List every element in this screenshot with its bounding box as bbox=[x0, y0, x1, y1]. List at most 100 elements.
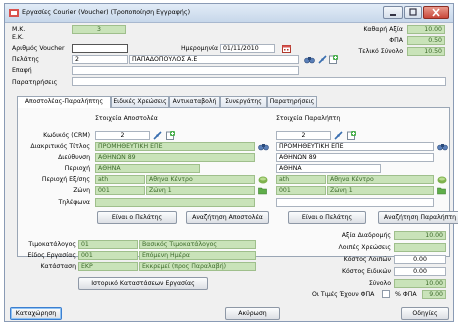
save-button[interactable]: Καταχώρηση bbox=[10, 307, 62, 320]
calendar-icon[interactable] bbox=[282, 44, 291, 53]
sender-binoculars-icon[interactable] bbox=[258, 142, 269, 151]
close-icon bbox=[432, 8, 440, 17]
receiver-area-lookup-icon[interactable] bbox=[437, 175, 447, 184]
receiver-is-customer-button[interactable]: Είναι ο Πελάτης bbox=[288, 211, 366, 224]
other-cost-input[interactable]: 0.00 bbox=[394, 255, 446, 264]
receiver-area-code-field[interactable]: ath bbox=[276, 175, 326, 184]
pricelist-code-field[interactable]: 01 bbox=[78, 240, 138, 249]
receiver-code-input[interactable]: 2 bbox=[276, 131, 331, 140]
vat-pct-label: % ΦΠΑ bbox=[395, 291, 417, 298]
delivery-value-label: Αξία Διαδρομής bbox=[341, 232, 391, 239]
maximize-button[interactable] bbox=[404, 6, 422, 19]
sender-area-name-field[interactable]: Αθηνα Κέντρο bbox=[146, 175, 255, 184]
tab-sender-receiver[interactable]: Αποστολέας-Παραλήπτης bbox=[17, 96, 111, 108]
sender-phone-field[interactable] bbox=[95, 198, 255, 207]
status-history-button[interactable]: Ιστορικό Καταστάσεων Εργασίας bbox=[78, 277, 208, 290]
contact-label: Επαφή bbox=[12, 67, 32, 74]
sender-title-field[interactable]: ΠΡΟΜΗΘΕΥΤΙΚΗ ΕΠΕ bbox=[95, 142, 255, 151]
receiver-phone-field[interactable] bbox=[276, 198, 434, 207]
delivery-value-field: 10.00 bbox=[394, 231, 446, 240]
tab-special-charges[interactable]: Ειδικές Χρεώσεις bbox=[111, 96, 169, 107]
customer-code-input[interactable]: 2 bbox=[72, 55, 128, 64]
courier-voucher-window: Εργασίες Courier (Voucher) (Τροποποίηση … bbox=[4, 3, 458, 322]
link-icon[interactable] bbox=[318, 55, 327, 64]
receiver-area-field[interactable]: ΑΘΗΝΑ bbox=[276, 164, 381, 173]
receiver-address-field[interactable]: ΑΘΗΝΩΝ 89 bbox=[276, 153, 434, 162]
total-label: Τελικό Σύνολο bbox=[358, 48, 403, 55]
binoculars-icon[interactable] bbox=[304, 55, 315, 64]
tab-cod[interactable]: Αντικαταβολή bbox=[169, 96, 220, 107]
sender-zone-name-field[interactable]: Ζώνη 1 bbox=[146, 186, 255, 195]
area-ext-row-label: Περιοχή Εξ/σης bbox=[41, 176, 90, 183]
sender-add-icon[interactable] bbox=[166, 131, 175, 140]
sender-area-lookup-icon[interactable] bbox=[258, 175, 268, 184]
pricelist-name-field[interactable]: Βασικός Τιμοκατάλογος bbox=[139, 240, 256, 249]
pricelist-label: Τιμοκατάλογος bbox=[28, 241, 76, 248]
net-value-label: Καθαρή Αξία bbox=[363, 26, 403, 33]
area-row-label: Περιοχή bbox=[64, 165, 90, 172]
worktype-code-field[interactable]: 001 bbox=[78, 251, 138, 260]
receiver-zone-code-field[interactable]: 001 bbox=[276, 186, 326, 195]
receiver-area-name-field[interactable]: Αθηνα Κέντρο bbox=[327, 175, 434, 184]
app-icon bbox=[9, 9, 19, 17]
sender-area-field[interactable]: ΑΘΗΝΑ bbox=[95, 164, 200, 173]
vat-included-checkbox[interactable] bbox=[382, 290, 390, 298]
minimize-button[interactable] bbox=[383, 6, 403, 19]
mk-label: Μ.Κ. bbox=[12, 26, 26, 33]
status-label: Κατάσταση bbox=[40, 263, 76, 270]
add-record-icon[interactable] bbox=[329, 55, 338, 64]
other-charges-label: Λοιπές Χρεώσεις bbox=[338, 244, 391, 251]
sender-area-code-field[interactable]: ath bbox=[95, 175, 145, 184]
notes-input[interactable] bbox=[72, 77, 446, 86]
sender-zone-folder-icon[interactable] bbox=[258, 186, 267, 195]
zone-row-label: Ζώνη bbox=[73, 187, 90, 194]
search-sender-button[interactable]: Αναζήτηση Αποστολέα bbox=[186, 211, 269, 224]
receiver-title-field[interactable]: ΠΡΟΜΗΘΕΥΤΙΚΗ ΕΠΕ bbox=[276, 142, 434, 151]
title-bar: Εργασίες Courier (Voucher) (Τροποποίηση … bbox=[5, 4, 453, 23]
receiver-section-title: Στοιχεία Παραλήπτη bbox=[276, 115, 341, 122]
cancel-button[interactable]: Ακύρωση bbox=[225, 307, 280, 320]
sender-section-title: Στοιχεία Αποστολέα bbox=[95, 115, 158, 122]
vat-label: ΦΠΑ bbox=[389, 37, 403, 44]
sender-code-input[interactable]: 2 bbox=[95, 131, 150, 140]
receiver-zone-folder-icon[interactable] bbox=[437, 186, 446, 195]
sender-address-field[interactable]: ΑΘΗΝΩΝ 89 bbox=[95, 153, 255, 162]
close-button[interactable] bbox=[423, 6, 449, 19]
window-title: Εργασίες Courier (Voucher) (Τροποποίηση … bbox=[22, 9, 191, 16]
tab-partner[interactable]: Συνεργάτης bbox=[220, 96, 267, 107]
receiver-binoculars-icon[interactable] bbox=[437, 142, 448, 151]
sum-field: 10.00 bbox=[394, 279, 446, 288]
sender-is-customer-button[interactable]: Είναι ο Πελάτης bbox=[97, 211, 177, 224]
voucher-label: Αριθμός Voucher bbox=[12, 45, 65, 52]
vat-included-label: Οι Τιμές Έχουν ΦΠΑ bbox=[312, 291, 375, 298]
code-row-label: Κωδικός (CRM) bbox=[43, 132, 90, 139]
date-input[interactable]: 01/11/2010 bbox=[220, 44, 275, 53]
date-label: Ημερομηνία bbox=[181, 45, 219, 52]
tab-notes[interactable]: Παρατηρήσεις bbox=[267, 96, 317, 107]
special-cost-label: Κόστος Ειδικών bbox=[341, 268, 391, 275]
maximize-icon bbox=[409, 8, 417, 16]
status-code-field[interactable]: EKP bbox=[78, 262, 138, 271]
customer-name-input[interactable]: ΠΑΠΑΔΟΠΟΥΛΟΣ Α.Ε bbox=[129, 55, 299, 64]
ek-label: Ε.Κ. bbox=[12, 34, 24, 41]
voucher-input[interactable] bbox=[72, 44, 128, 53]
worktype-label: Είδος Εργασίας bbox=[27, 252, 76, 259]
contact-input[interactable] bbox=[72, 66, 299, 75]
sender-link-icon[interactable] bbox=[153, 131, 162, 140]
notes-label: Παρατηρήσεις bbox=[12, 79, 58, 86]
vat-field: 0.50 bbox=[407, 36, 445, 45]
receiver-link-icon[interactable] bbox=[334, 131, 343, 140]
receiver-add-icon[interactable] bbox=[347, 131, 356, 140]
receiver-zone-name-field[interactable]: Ζώνη 1 bbox=[327, 186, 434, 195]
status-name-field[interactable]: Εκκρεμεί (προς Παραλαβή) bbox=[139, 262, 256, 271]
customer-label: Πελάτης bbox=[12, 56, 40, 63]
sender-zone-code-field[interactable]: 001 bbox=[95, 186, 145, 195]
address-row-label: Διεύθυνση bbox=[58, 154, 90, 161]
mk-field[interactable]: 3 bbox=[72, 25, 126, 34]
worktype-name-field[interactable]: Επόμενη Ημέρα bbox=[139, 251, 256, 260]
minimize-icon bbox=[390, 14, 396, 16]
help-button[interactable]: Οδηγίες bbox=[401, 307, 449, 320]
search-receiver-button[interactable]: Αναζήτηση Παραλήπτη bbox=[378, 211, 458, 224]
special-cost-input[interactable]: 0.00 bbox=[394, 267, 446, 276]
sum-label: Σύνολο bbox=[368, 280, 391, 287]
